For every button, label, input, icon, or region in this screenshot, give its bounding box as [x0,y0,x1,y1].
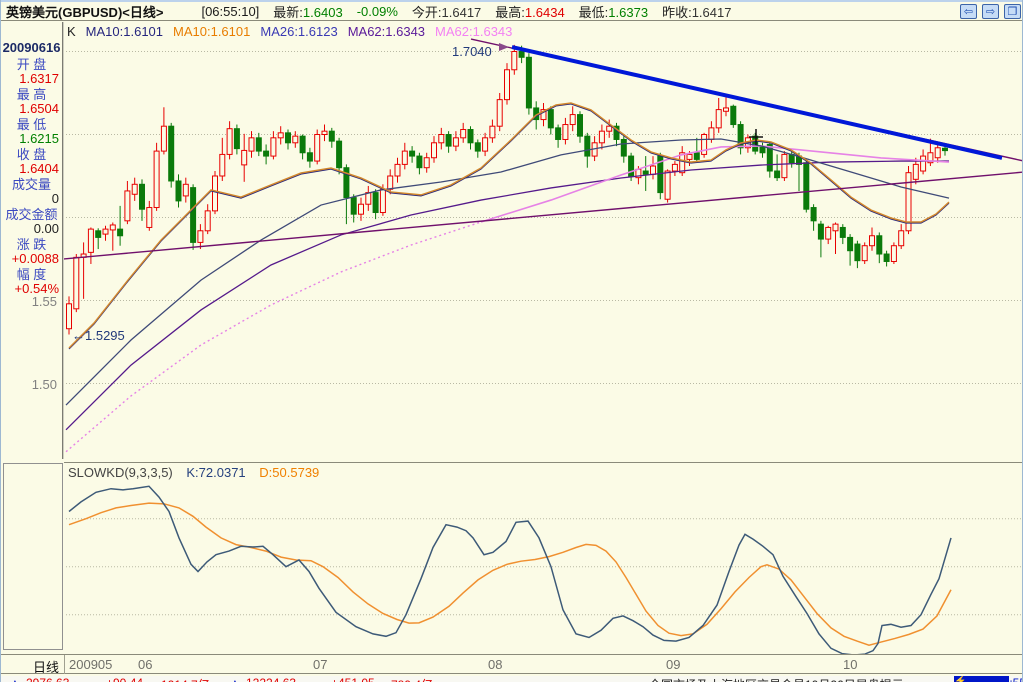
month-label: 06 [138,657,153,672]
quote-field-label: 最低: [578,4,609,20]
axis-tick-label: 1.50 [31,377,57,392]
ticker-segment: 12224.63 [246,676,296,682]
month-label: 200905 [69,657,113,672]
quote-field: 最新:1.6403 [273,2,342,21]
ma-legend-item: MA10:1.6101 [173,24,251,39]
quote-field: 今开:1.6417 [412,2,481,21]
oscillator-panel[interactable]: SLOWKD(9,3,3,5) K:72.0371 D:50.5739 [64,462,1023,655]
sidebar-row: 成交量 0 [1,177,62,206]
forex-chart-window: 英镑美元(GBPUSD)<日线> [06:55:10] 最新:1.6403 -0.… [0,0,1023,682]
symbol-title: 英镑美元(GBPUSD)<日线> [6,4,164,20]
ma-legend-item: MA10:1.6101 [85,24,164,39]
quote-field-label: 最高: [495,4,525,20]
axis-tick-label: 1.55 [31,294,57,309]
quote-field-value: -0.09% [356,3,398,19]
quote-field: 最高:1.6434 [495,2,564,21]
quote-field-label: 昨收: [662,4,692,20]
sidebar-row-label: 成交金额 [5,207,58,222]
back-arrow-icon[interactable]: ⇦ [960,4,977,19]
slowkd-legend: SLOWKD(9,3,3,5) K:72.0371 D:50.5739 [68,465,329,480]
ticker-segment: 2976.63 [26,676,69,682]
oscillator-gutter [3,463,63,650]
sidebar-row-value: 1.6404 [19,161,59,176]
ma-legend-item: MA26:1.6123 [260,24,338,39]
period-label: 日线 [32,660,59,675]
month-label: 09 [666,657,681,672]
candlestick-chart[interactable] [64,22,1023,460]
quote-field-label: 最新: [273,4,303,20]
forward-arrow-icon[interactable]: ⇨ [982,4,999,19]
quote-fields: 最新:1.6403 -0.09% 今开:1.6417 最高:1.6434 最低:1.63… [259,2,731,21]
sidebar-row-value: 1.6504 [19,101,59,116]
sidebar-row: 最 低 1.6215 [1,117,62,146]
slowkd-d-value: D:50.5739 [259,465,320,480]
ma-legend-item: MA62:1.6343 [347,24,426,39]
sidebar-row-value: 1.6215 [19,131,59,146]
k-legend-label: K [67,24,76,39]
ma-legend-item: MA62:1.6343 [435,24,513,39]
quote-field: 昨收:1.6417 [662,2,731,21]
ticker-time: 10:55 [996,676,1022,682]
quote-field-value: 1.6373 [608,4,649,20]
sidebar-row-label: 涨 跌 [16,237,47,252]
ticker-segment: +451.05 [331,676,375,682]
ticker-segment: +90.44 [106,676,143,682]
quote-field: 最低:1.6373 [579,2,648,21]
quote-date: 20090616 [2,40,61,55]
sidebar-row: 收 盘 1.6404 [1,147,62,176]
sidebar-row-value: 0.00 [33,221,59,236]
main-chart-panel[interactable]: K MA10:1.6101 MA10:1.6101 MA26:1.6123 MA62:1… [64,22,1023,460]
axis-divider [64,655,65,674]
sidebar-row-value: +0.0088 [11,251,59,266]
sidebar-row-label: 成交量 [11,177,51,192]
ticker-segment: ▲ [229,676,241,682]
sidebar-row-value: 1.6317 [19,71,59,86]
ticker-segment: 789.4亿 [391,676,433,682]
slowkd-chart[interactable] [64,463,1023,655]
sidebar-row: 幅 度 +0.54% [1,267,62,296]
low-price-annotation: ←1.5295 [72,328,125,343]
quote-field-value: 1.6434 [524,4,565,20]
sidebar-row: 成交金额 0.00 [1,207,62,236]
quote-field-value: 1.6417 [691,4,732,20]
peak-price-annotation: 1.7040 [452,44,492,59]
ticker-segment: 1214.7亿 [161,676,210,682]
ticker-segment: 全国市场及上海地区交易会员10月26日早盘提示 [649,676,904,682]
quote-field-label: 今开: [411,4,442,20]
cascade-windows-icon[interactable]: ❐ [1004,4,1021,19]
sidebar-row: 开 盘 1.6317 [1,57,62,86]
quote-sidebar: 20090616 开 盘 1.6317 最 高 1.6504 最 低 1.6215 收 盘1… [1,22,64,621]
quote-field: -0.09% [357,4,398,19]
month-label: 10 [843,657,858,672]
sidebar-row-label: 最 高 [16,87,47,102]
sidebar-row: 最 高 1.6504 [1,87,62,116]
month-label: 08 [488,657,503,672]
sidebar-row-label: 开 盘 [16,57,47,72]
ma-legend: K MA10:1.6101 MA10:1.6101 MA26:1.6123 MA62:1… [67,24,532,39]
sidebar-row-label: 收 盘 [16,147,47,162]
slowkd-k-value: K:72.0371 [186,465,246,480]
quote-field-value: 1.6403 [302,4,343,20]
sidebar-row: 涨 跌 +0.0088 [1,237,62,266]
month-label: 07 [313,657,328,672]
ticker-strip: ▲ 2976.63 +90.44 1214.7亿 ▲ 12224.63 +451.05 789… [1,676,1022,682]
ticker-segment: ▲ [9,676,21,682]
window-buttons: ⇦ ⇨ ❐ [960,4,1021,19]
sidebar-row-label: 幅 度 [16,267,47,282]
title-bar: 英镑美元(GBPUSD)<日线> [06:55:10] 最新:1.6403 -0.… [1,0,1022,21]
quote-time: [06:55:10] [201,3,260,19]
quote-field-value: 1.6417 [441,4,482,20]
sidebar-row-value: 0 [51,191,59,206]
time-axis: 日线 200905 06 07 08 09 10 [1,654,1022,675]
slowkd-name: SLOWKD(9,3,3,5) [68,465,173,480]
sidebar-row-label: 最 低 [16,117,47,132]
